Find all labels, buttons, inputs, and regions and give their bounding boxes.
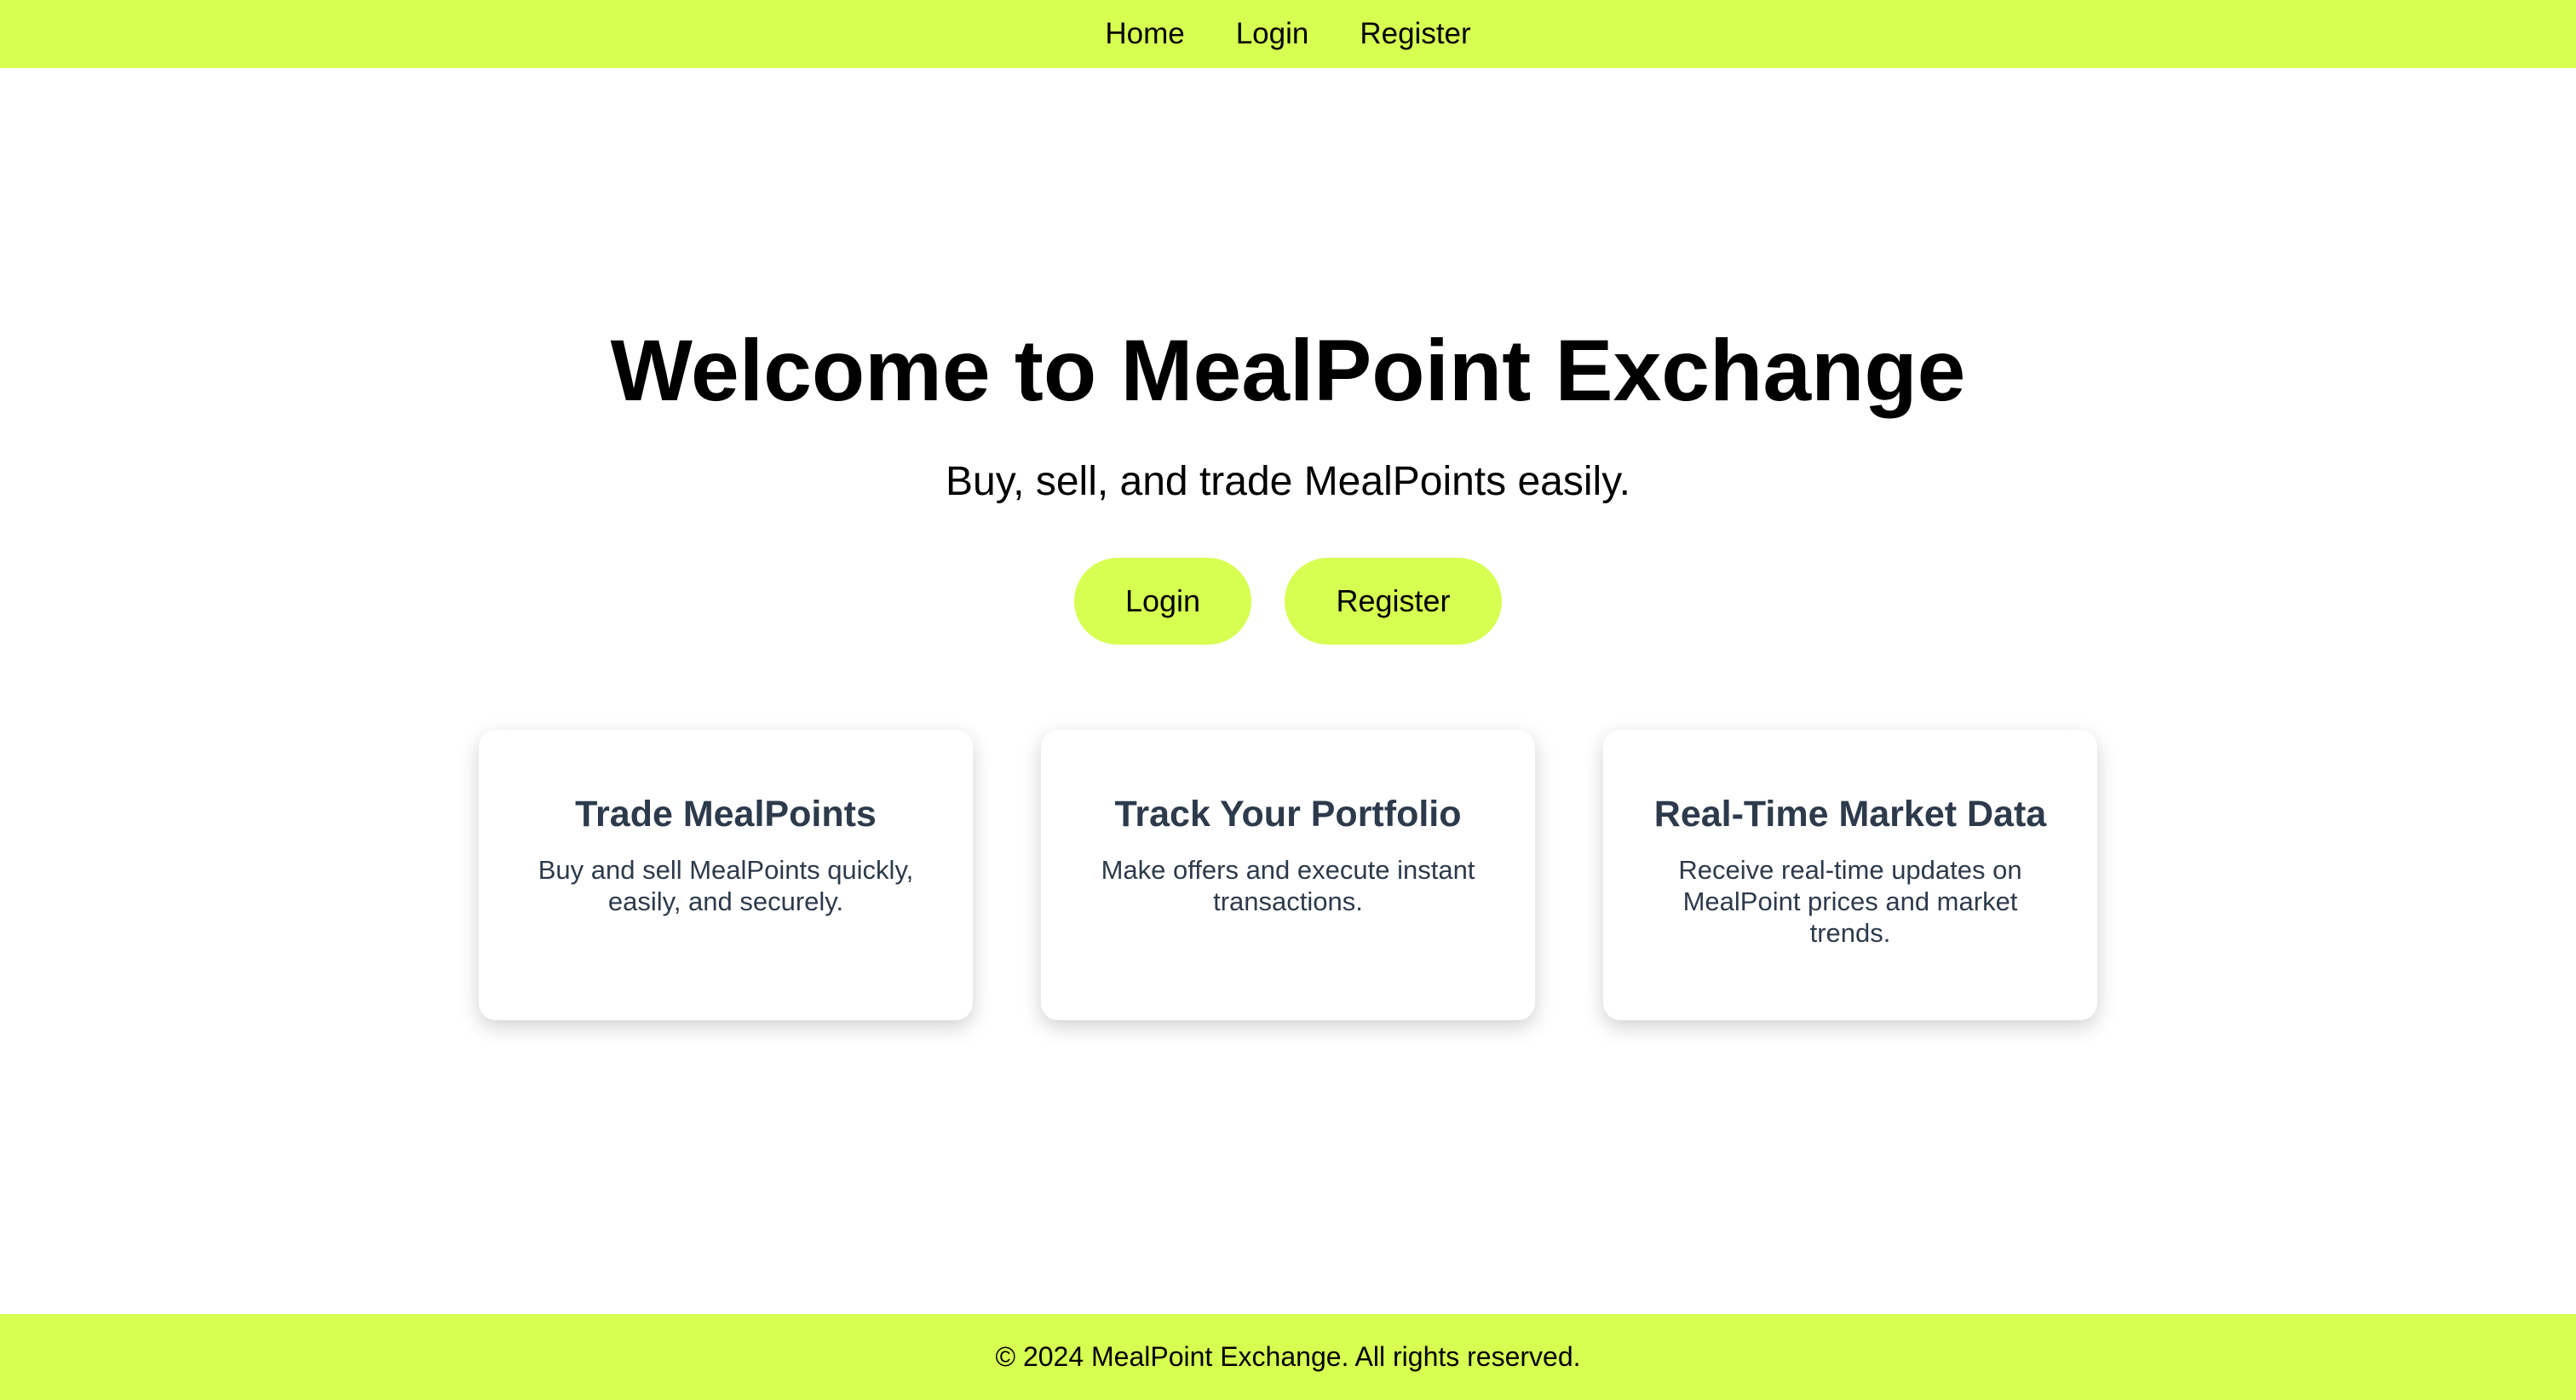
login-button[interactable]: Login: [1074, 558, 1251, 645]
top-nav: Home Login Register: [0, 0, 2576, 68]
feature-card-description: Receive real-time updates on MealPoint p…: [1678, 855, 2022, 948]
hero-subtitle: Buy, sell, and trade MealPoints easily.: [946, 459, 1630, 504]
nav-home-link[interactable]: Home: [1105, 17, 1184, 51]
feature-card-description: Buy and sell MealPoints quickly, easily,…: [538, 855, 914, 916]
feature-card-title: Real-Time Market Data: [1653, 794, 2047, 835]
feature-card-trade: Trade MealPoints Buy and sell MealPoints…: [479, 730, 973, 1020]
hero-title: Welcome to MealPoint Exchange: [610, 322, 1966, 419]
register-button[interactable]: Register: [1285, 558, 1502, 645]
nav-register-link[interactable]: Register: [1360, 17, 1470, 51]
footer: © 2024 MealPoint Exchange. All rights re…: [0, 1314, 2576, 1400]
nav-login-link[interactable]: Login: [1236, 17, 1309, 51]
footer-copyright: © 2024 MealPoint Exchange. All rights re…: [995, 1341, 1581, 1372]
feature-card-market-data: Real-Time Market Data Receive real-time …: [1603, 730, 2097, 1020]
feature-card-description: Make offers and execute instant transact…: [1101, 855, 1475, 916]
feature-card-title: Trade MealPoints: [575, 794, 877, 835]
feature-card-title: Track Your Portfolio: [1114, 794, 1462, 835]
feature-card-portfolio: Track Your Portfolio Make offers and exe…: [1041, 730, 1535, 1020]
